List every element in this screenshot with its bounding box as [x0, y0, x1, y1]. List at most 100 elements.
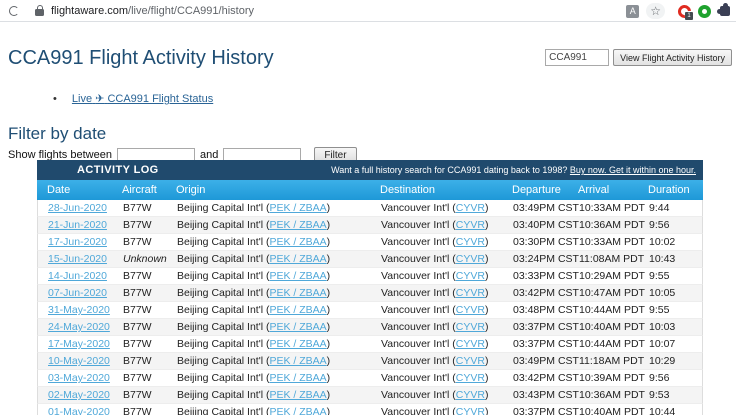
table-row: 03-May-2020 B77W Beijing Capital Int'l (PE…: [37, 370, 703, 387]
origin-airport-link[interactable]: PEK / ZBAA: [269, 202, 326, 214]
col-origin[interactable]: Origin: [176, 180, 380, 200]
date-link[interactable]: 01-May-2020: [48, 406, 110, 415]
origin-cell: Beijing Capital Int'l (PEK / ZBAA): [177, 338, 331, 350]
date-link[interactable]: 17-May-2020: [48, 338, 110, 350]
date-cell: 15-Jun-2020: [48, 251, 123, 267]
date-cell: 21-Jun-2020: [48, 217, 123, 233]
destination-airport-link[interactable]: CYVR: [456, 202, 485, 214]
arrival-cell: 10:33AM PDT: [579, 202, 645, 214]
live-flight-status-link[interactable]: Live ✈ CCA991 Flight Status: [72, 93, 213, 105]
origin-cell: Beijing Capital Int'l (PEK / ZBAA): [177, 253, 331, 265]
origin-cell: Beijing Capital Int'l (PEK / ZBAA): [177, 321, 331, 333]
aircraft-cell: B77W: [123, 270, 152, 282]
page-title: CCA991 Flight Activity History: [8, 47, 274, 69]
date-cell: 01-May-2020: [48, 404, 123, 415]
origin-airport-link[interactable]: PEK / ZBAA: [269, 253, 326, 265]
departure-cell: 03:37PM CST: [513, 321, 579, 333]
plane-icon: ✈: [95, 93, 105, 105]
col-arrival[interactable]: Arrival: [578, 180, 648, 200]
origin-airport-link[interactable]: PEK / ZBAA: [269, 338, 326, 350]
date-cell: 31-May-2020: [48, 302, 123, 318]
date-link[interactable]: 21-Jun-2020: [48, 219, 107, 231]
date-link[interactable]: 28-Jun-2020: [48, 202, 107, 214]
destination-airport-link[interactable]: CYVR: [456, 338, 485, 350]
aircraft-cell: B77W: [123, 202, 152, 214]
destination-airport-link[interactable]: CYVR: [456, 321, 485, 333]
destination-airport-link[interactable]: CYVR: [456, 219, 485, 231]
date-link[interactable]: 07-Jun-2020: [48, 287, 107, 299]
origin-name: Beijing Capital Int'l (: [177, 321, 270, 333]
destination-airport-link[interactable]: CYVR: [456, 253, 485, 265]
col-destination[interactable]: Destination: [380, 180, 512, 200]
destination-name: Vancouver Int'l (: [381, 406, 456, 415]
red-extension-icon[interactable]: 1: [675, 1, 694, 21]
bookmark-star-icon[interactable]: ☆: [646, 3, 665, 19]
history-promo: Want a full history search for CCA991 da…: [331, 165, 696, 175]
table-row: 14-Jun-2020 B77W Beijing Capital Int'l (PE…: [37, 268, 703, 285]
arrival-cell: 10:44AM PDT: [579, 338, 645, 350]
date-link[interactable]: 10-May-2020: [48, 355, 110, 367]
origin-name: Beijing Capital Int'l (: [177, 219, 270, 231]
col-duration[interactable]: Duration: [648, 180, 703, 200]
origin-airport-link[interactable]: PEK / ZBAA: [269, 406, 326, 415]
origin-cell: Beijing Capital Int'l (PEK / ZBAA): [177, 404, 381, 415]
origin-airport-link[interactable]: PEK / ZBAA: [269, 389, 326, 401]
origin-airport-link[interactable]: PEK / ZBAA: [269, 355, 326, 367]
col-departure[interactable]: Departure: [512, 180, 578, 200]
lock-icon[interactable]: [35, 5, 44, 16]
origin-cell: Beijing Capital Int'l (PEK / ZBAA): [177, 202, 331, 214]
date-link[interactable]: 17-Jun-2020: [48, 236, 107, 248]
destination-airport-link[interactable]: CYVR: [456, 355, 485, 367]
flight-ident-input[interactable]: [545, 49, 610, 66]
buy-now-link[interactable]: Buy now. Get it within one hour.: [570, 165, 696, 175]
aircraft-cell: B77W: [123, 406, 152, 415]
departure-cell: 03:37PM CST: [513, 338, 579, 350]
destination-airport-link[interactable]: CYVR: [456, 372, 485, 384]
date-cell: 14-Jun-2020: [48, 268, 123, 284]
destination-airport-link[interactable]: CYVR: [456, 389, 485, 401]
filter-heading: Filter by date: [8, 124, 107, 143]
arrival-cell: 11:08AM PDT: [579, 253, 645, 265]
extensions-puzzle-icon[interactable]: [717, 3, 730, 16]
origin-airport-link[interactable]: PEK / ZBAA: [269, 270, 326, 282]
destination-airport-link[interactable]: CYVR: [456, 287, 485, 299]
origin-airport-link[interactable]: PEK / ZBAA: [269, 321, 326, 333]
destination-cell: Vancouver Int'l (CYVR): [381, 270, 489, 282]
reload-icon[interactable]: [9, 5, 19, 16]
col-date[interactable]: Date: [47, 180, 122, 200]
date-link[interactable]: 31-May-2020: [48, 304, 110, 316]
table-row: 17-Jun-2020 B77W Beijing Capital Int'l (PE…: [37, 234, 703, 251]
destination-cell: Vancouver Int'l (CYVR): [381, 236, 489, 248]
origin-airport-link[interactable]: PEK / ZBAA: [269, 219, 326, 231]
destination-airport-link[interactable]: CYVR: [456, 270, 485, 282]
col-aircraft[interactable]: Aircraft: [122, 180, 176, 200]
arrival-cell: 10:33AM PDT: [579, 236, 645, 248]
destination-airport-link[interactable]: CYVR: [456, 406, 485, 415]
origin-airport-link[interactable]: PEK / ZBAA: [269, 304, 326, 316]
origin-airport-link[interactable]: PEK / ZBAA: [269, 236, 326, 248]
green-extension-icon[interactable]: [698, 4, 711, 18]
flight-search: View Flight Activity History: [545, 49, 732, 66]
origin-airport-link[interactable]: PEK / ZBAA: [269, 372, 326, 384]
view-flight-activity-button[interactable]: View Flight Activity History: [613, 49, 732, 66]
translate-icon[interactable]: A: [626, 4, 640, 18]
duration-cell: 9:56: [649, 372, 670, 384]
date-link[interactable]: 14-Jun-2020: [48, 270, 107, 282]
address-bar[interactable]: flightaware.com/live/flight/CCA991/histo…: [51, 5, 254, 17]
arrival-cell: 10:40AM PDT: [579, 321, 645, 333]
activity-log-table: ACTIVITY LOG Want a full history search …: [37, 160, 703, 415]
arrival-cell: 10:40AM PDT: [579, 406, 645, 415]
origin-cell: Beijing Capital Int'l (PEK / ZBAA): [177, 355, 331, 367]
destination-airport-link[interactable]: CYVR: [456, 304, 485, 316]
date-link[interactable]: 02-May-2020: [48, 389, 110, 401]
date-link[interactable]: 15-Jun-2020: [48, 253, 107, 265]
origin-airport-link[interactable]: PEK / ZBAA: [269, 287, 326, 299]
browser-toolbar: flightaware.com/live/flight/CCA991/histo…: [0, 0, 736, 22]
table-row: 10-May-2020 B77W Beijing Capital Int'l (PE…: [37, 353, 703, 370]
destination-cell: Vancouver Int'l (CYVR): [381, 321, 489, 333]
departure-cell: 03:30PM CST: [513, 236, 579, 248]
date-link[interactable]: 24-May-2020: [48, 321, 110, 333]
aircraft-cell: B77W: [123, 219, 152, 231]
destination-airport-link[interactable]: CYVR: [456, 236, 485, 248]
date-link[interactable]: 03-May-2020: [48, 372, 110, 384]
